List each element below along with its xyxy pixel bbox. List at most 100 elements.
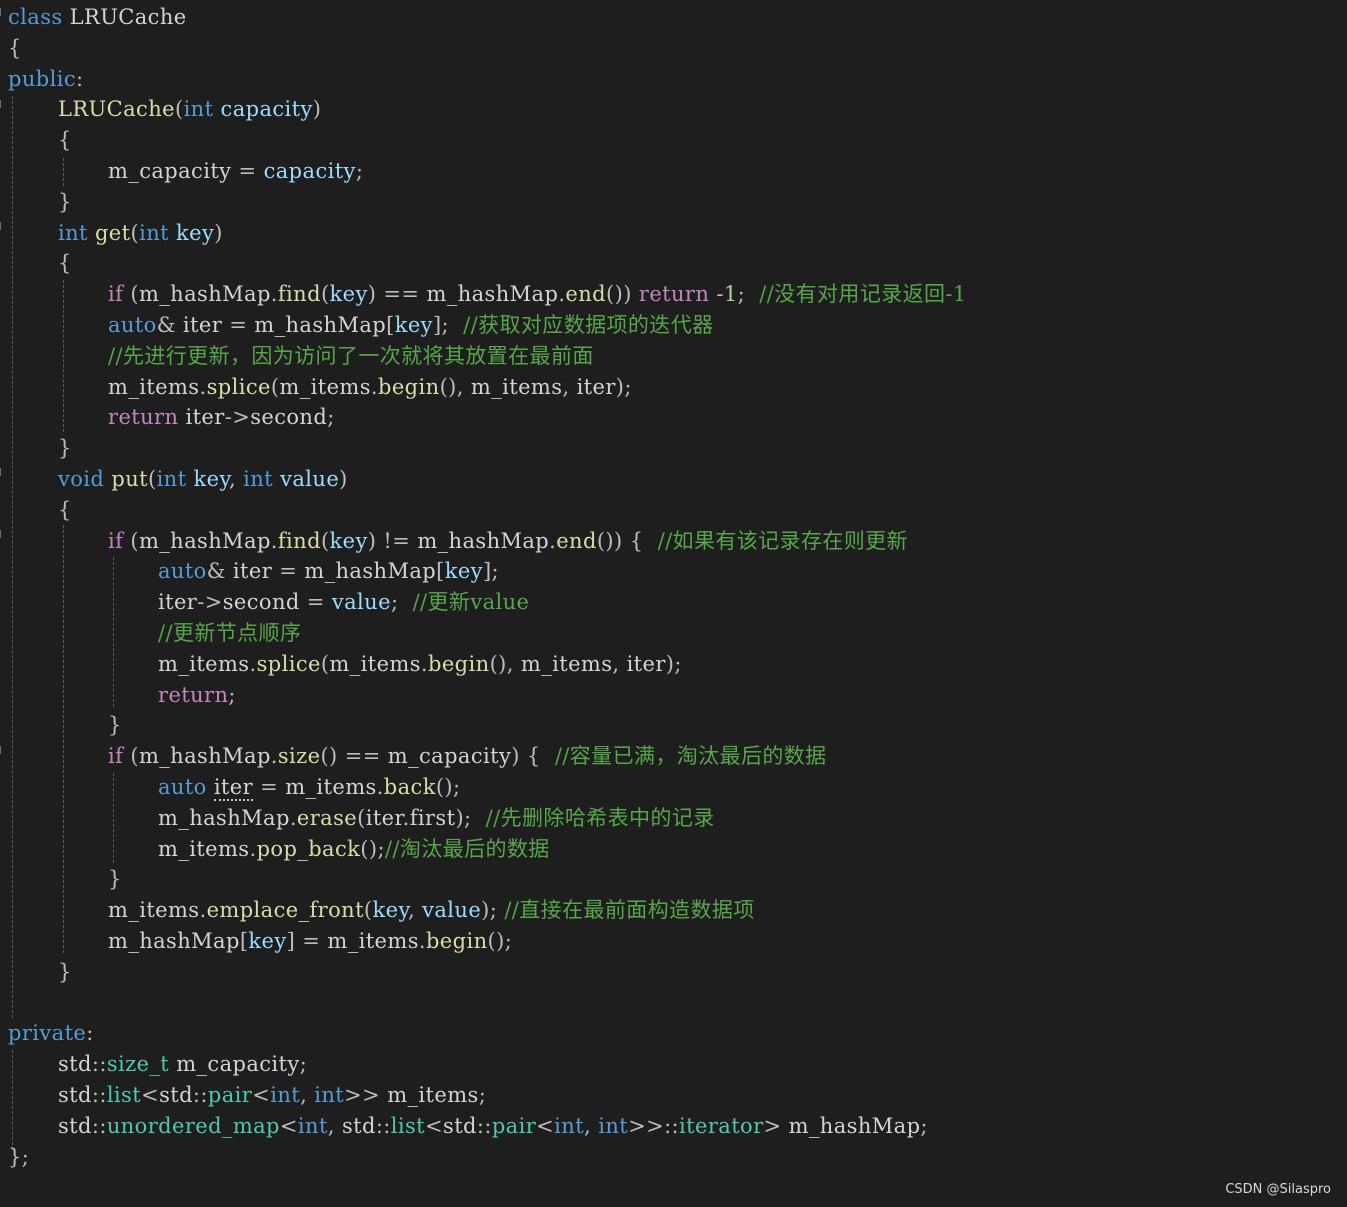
code-token: < — [279, 1113, 298, 1138]
code-token: m_hashMap — [108, 929, 240, 953]
code-token: < — [141, 1083, 160, 1107]
code-token: { — [58, 251, 72, 276]
code-line[interactable]: class LRUCache — [8, 3, 187, 31]
code-token: int — [598, 1113, 629, 1138]
code-line[interactable]: std::list<std::pair<int, int>> m_items; — [58, 1081, 486, 1109]
code-line[interactable]: int get(int key) — [58, 219, 223, 247]
code-line[interactable]: //先进行更新，因为访问了一次就将其放置在最前面 — [108, 342, 594, 370]
code-token: . — [270, 744, 278, 769]
code-line[interactable]: m_items.emplace_front(key, value); //直接在… — [108, 896, 755, 924]
code-token: int — [183, 97, 214, 122]
code-token: = — [222, 313, 255, 337]
code-token: auto — [158, 775, 214, 799]
code-line[interactable]: void put(int key, int value) — [58, 465, 348, 493]
code-editor[interactable]: class LRUCache{public: LRUCache(int capac… — [0, 0, 1347, 1207]
code-line[interactable]: std::unordered_map<int, std::list<std::p… — [58, 1112, 928, 1140]
fold-marker-icon[interactable] — [0, 100, 4, 108]
code-line[interactable]: } — [108, 711, 122, 739]
code-token: m_hashMap — [254, 313, 387, 337]
code-line[interactable]: private: — [8, 1019, 94, 1047]
code-token: . — [199, 374, 207, 399]
code-line[interactable]: auto& iter = m_hashMap[key]; — [158, 557, 499, 585]
code-line[interactable]: if (m_hashMap.find(key) == m_hashMap.end… — [108, 280, 967, 308]
code-line[interactable]: m_items.splice(m_items.begin(), m_items,… — [108, 373, 632, 401]
code-line[interactable]: }; — [8, 1143, 29, 1171]
code-line[interactable]: { — [58, 496, 72, 524]
fold-marker-icon[interactable] — [0, 746, 4, 754]
code-line[interactable]: LRUCache(int capacity) — [58, 95, 321, 123]
code-line[interactable]: //更新节点顺序 — [158, 619, 301, 647]
code-line[interactable]: if (m_hashMap.find(key) != m_hashMap.end… — [108, 527, 908, 555]
code-line[interactable]: std::size_t m_capacity; — [58, 1050, 307, 1078]
indent-guide — [113, 557, 114, 707]
code-token: begin — [428, 651, 490, 676]
code-line[interactable]: m_hashMap.erase(iter.first); //先删除哈希表中的记… — [158, 804, 715, 832]
code-token: capacity — [213, 97, 313, 122]
code-token: [ — [386, 313, 395, 337]
code-token: m_hashMap — [158, 805, 290, 830]
watermark: CSDN @Silaspro — [1225, 1182, 1331, 1197]
code-token: //如果有该记录存在则更新 — [657, 528, 908, 553]
code-token: m_capacity — [108, 159, 232, 183]
code-line[interactable]: auto iter = m_items.back(); — [158, 773, 461, 801]
code-token: m_capacity — [387, 744, 512, 769]
code-token: ( — [147, 467, 157, 491]
code-token: ( — [123, 744, 139, 769]
code-token: } — [108, 867, 122, 892]
code-token: >>:: — [628, 1113, 680, 1138]
code-line[interactable]: return; — [158, 681, 236, 709]
code-line[interactable]: m_items.pop_back();//淘汰最后的数据 — [158, 835, 550, 863]
code-token: ) — [214, 220, 223, 245]
code-line[interactable]: if (m_hashMap.size() == m_capacity) { //… — [108, 742, 827, 770]
code-line[interactable]: m_hashMap[key] = m_items.begin(); — [108, 927, 512, 955]
code-token: //更新节点顺序 — [158, 621, 302, 645]
code-token: ( — [174, 97, 184, 122]
code-token: > — [763, 1113, 789, 1138]
code-token: ; — [920, 1113, 928, 1138]
code-token: m_items — [285, 775, 377, 799]
code-token: ); — [481, 898, 505, 923]
code-token: //获取对应数据项的迭代器 — [463, 313, 714, 337]
code-line[interactable]: auto& iter = m_hashMap[key]; //获取对应数据项的迭… — [108, 311, 714, 339]
code-line[interactable]: m_capacity = capacity; — [108, 157, 363, 185]
code-token: & — [156, 313, 183, 337]
code-token: LRUCache — [58, 97, 175, 122]
code-token: (), — [489, 651, 521, 676]
code-token: key — [168, 220, 215, 245]
code-token: std — [58, 1083, 92, 1107]
code-line[interactable]: m_items.splice(m_items.begin(), m_items,… — [158, 650, 682, 678]
code-token: ); — [615, 374, 632, 399]
code-token: std — [159, 1083, 193, 1107]
code-token: key — [329, 282, 368, 307]
code-line[interactable]: { — [58, 249, 72, 277]
code-line[interactable]: { — [8, 34, 22, 62]
code-token: std — [58, 1052, 92, 1077]
fold-marker-icon[interactable] — [0, 468, 4, 476]
code-line[interactable]: { — [58, 126, 72, 154]
fold-marker-icon[interactable] — [0, 8, 4, 16]
code-token: m_capacity — [169, 1052, 300, 1077]
code-line[interactable]: } — [108, 865, 122, 893]
code-line[interactable]: public: — [8, 65, 84, 93]
code-token: capacity — [263, 159, 356, 183]
fold-marker-icon[interactable] — [0, 222, 4, 230]
code-token: . — [420, 651, 428, 676]
code-token: first — [409, 805, 456, 830]
code-token: . — [370, 374, 378, 399]
code-token: } — [58, 959, 72, 984]
code-token: key — [444, 559, 483, 584]
code-token: int — [554, 1113, 585, 1138]
code-token: //淘汰最后的数据 — [384, 836, 550, 861]
code-token: { — [58, 128, 72, 153]
code-line[interactable]: iter->second = value; //更新value — [158, 588, 529, 616]
code-line[interactable]: } — [58, 188, 72, 216]
code-token: :: — [91, 1052, 107, 1077]
code-line[interactable]: return iter->second; — [108, 403, 335, 431]
code-token: int — [58, 220, 88, 245]
code-token: size — [277, 744, 321, 769]
code-token: auto — [108, 313, 157, 337]
code-line[interactable]: } — [58, 434, 72, 462]
code-token: second — [222, 590, 300, 615]
fold-marker-icon[interactable] — [0, 530, 4, 538]
code-line[interactable]: } — [58, 958, 72, 986]
